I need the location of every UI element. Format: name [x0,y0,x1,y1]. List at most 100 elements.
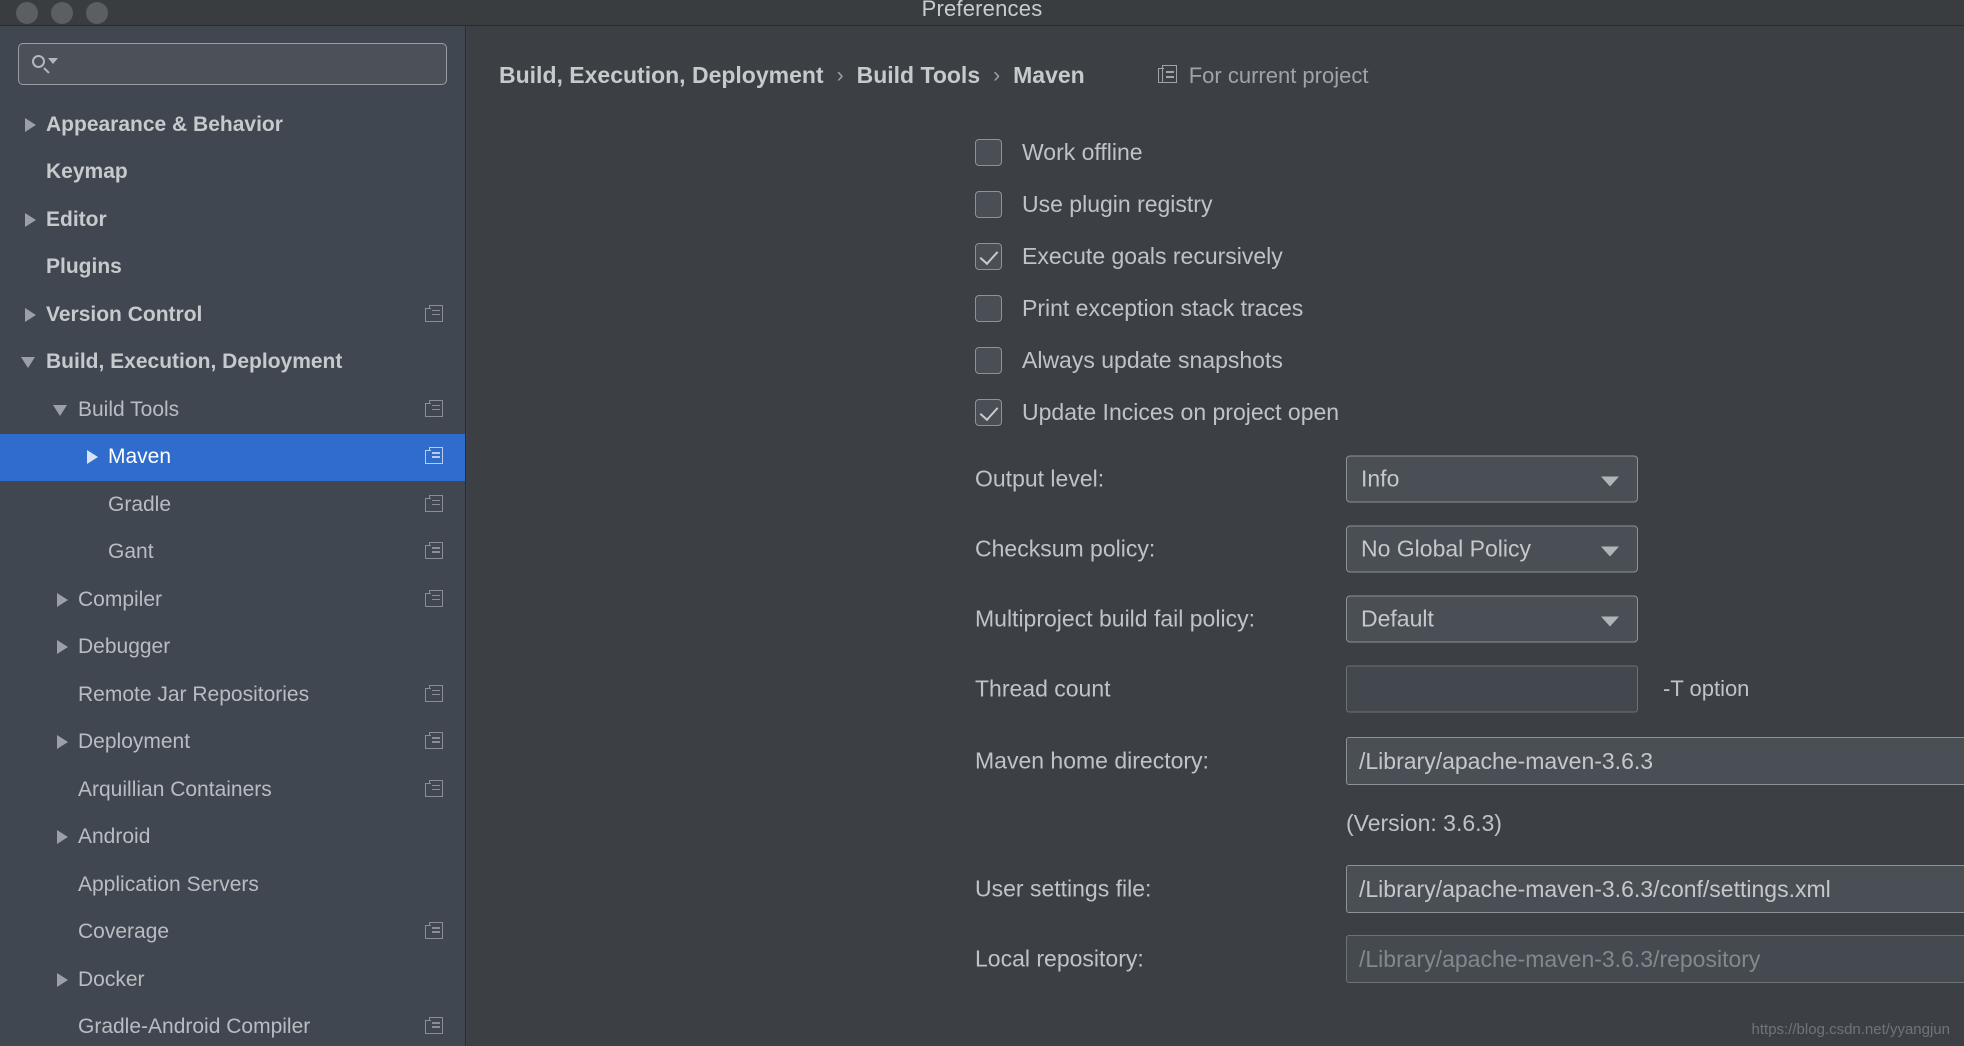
sidebar-item-version-control[interactable]: Version Control [0,291,465,339]
chevron-right-icon[interactable] [52,636,74,658]
thread-count-label: Thread count [975,675,1111,702]
maven-home-value: /Library/apache-maven-3.6.3 [1359,747,1654,774]
settings-main-panel: Build, Execution, Deployment › Build Too… [467,26,1964,1046]
breadcrumb: Build, Execution, Deployment › Build Too… [499,62,1368,89]
multiproject-policy-label: Multiproject build fail policy: [975,605,1255,632]
chevron-down-icon[interactable] [52,399,74,421]
sidebar-item-docker[interactable]: Docker [0,956,465,1004]
chevron-right-icon[interactable] [52,969,74,991]
sidebar-item-debugger[interactable]: Debugger [0,624,465,672]
checkbox-input[interactable] [975,242,1002,270]
chevron-down-icon[interactable] [20,351,42,373]
project-scope-icon [425,922,445,942]
checkbox-row-use-plugin-registry[interactable]: Use plugin registry [975,178,1339,230]
maven-home-combo[interactable]: /Library/apache-maven-3.6.3 [1346,737,1964,785]
project-scope-icon [425,447,445,467]
maven-options-checkbox-list: Work offline Use plugin registry Execute g… [975,126,1339,438]
checkbox-label: Use plugin registry [1022,190,1213,217]
multiproject-policy-select[interactable]: Default [1346,595,1638,643]
local-repository-label: Local repository: [975,945,1144,972]
chevron-right-icon[interactable] [52,826,74,848]
user-settings-input[interactable]: /Library/apache-maven-3.6.3/conf/setting… [1346,865,1964,913]
sidebar-item-gradle-android-compiler[interactable]: Gradle-Android Compiler [0,1004,465,1046]
sidebar-item-label: Application Servers [78,872,259,896]
window-titlebar: Preferences [0,0,1964,26]
user-settings-label: User settings file: [975,875,1152,902]
sidebar-item-deployment[interactable]: Deployment [0,719,465,767]
checkbox-input[interactable] [975,346,1002,374]
sidebar-item-keymap[interactable]: Keymap [0,149,465,197]
field-row-multiproject-policy: Multiproject build fail policy: Default [467,584,1964,654]
project-scope-icon [425,494,445,515]
output-level-select[interactable]: Info [1346,455,1638,503]
sidebar-item-build-tools[interactable]: Build Tools [0,386,465,434]
local-repository-input[interactable]: /Library/apache-maven-3.6.3/repository [1346,935,1964,983]
chevron-right-icon[interactable] [52,589,74,611]
breadcrumb-item-0[interactable]: Build, Execution, Deployment [499,62,824,89]
chevron-right-icon[interactable] [20,209,42,231]
sidebar-item-label: Arquillian Containers [78,777,272,801]
breadcrumb-item-2[interactable]: Maven [1013,62,1085,89]
maven-version-note: (Version: 3.6.3) [1346,810,1502,836]
chevron-down-icon [1601,546,1619,556]
sidebar-item-application-servers[interactable]: Application Servers [0,861,465,909]
sidebar-item-label: Build Tools [78,397,180,421]
preferences-window: Preferences Appearance & Behavior Keymap E… [0,0,1964,1046]
search-input[interactable] [57,54,434,74]
sidebar-item-label: Build, Execution, Deployment [46,350,343,374]
checksum-policy-value: No Global Policy [1361,535,1532,562]
checkbox-input[interactable] [975,138,1002,166]
checkbox-label: Work offline [1022,138,1143,165]
sidebar-item-label: Keymap [46,160,128,184]
checkbox-row-print-exception-stack-traces[interactable]: Print exception stack traces [975,282,1339,334]
checkbox-row-work-offline[interactable]: Work offline [975,126,1339,178]
breadcrumb-separator: › [993,63,1001,87]
thread-count-input[interactable] [1346,665,1638,713]
sidebar-item-gradle[interactable]: Gradle [0,481,465,529]
checkbox-input[interactable] [975,398,1002,426]
window-title: Preferences [921,0,1043,21]
checkbox-row-update-incices-on-project-open[interactable]: Update Incices on project open [975,386,1339,438]
checksum-policy-select[interactable]: No Global Policy [1346,525,1638,573]
chevron-right-icon[interactable] [52,731,74,753]
sidebar-item-editor[interactable]: Editor [0,196,465,244]
maven-home-label: Maven home directory: [975,747,1209,774]
chevron-right-icon[interactable] [82,446,104,468]
sidebar-item-maven[interactable]: Maven [0,433,465,481]
sidebar-item-gant[interactable]: Gant [0,529,465,577]
sidebar-item-coverage[interactable]: Coverage [0,909,465,957]
output-level-value: Info [1361,465,1400,492]
sidebar-item-compiler[interactable]: Compiler [0,576,465,624]
field-row-thread-count: Thread count -T option [467,654,1964,724]
field-row-local-repository: Local repository: /Library/apache-maven-… [467,924,1964,994]
sidebar-item-remote-jar-repositories[interactable]: Remote Jar Repositories [0,671,465,719]
sidebar-item-label: Coverage [78,920,170,944]
search-box[interactable] [18,43,447,85]
breadcrumb-item-1[interactable]: Build Tools [857,62,981,89]
sidebar-item-appearance-behavior[interactable]: Appearance & Behavior [0,101,465,149]
project-scope-icon [425,304,445,325]
scope-label: For current project [1188,62,1369,88]
field-row-user-settings: User settings file: /Library/apache-mave… [467,854,1964,924]
sidebar-item-plugins[interactable]: Plugins [0,244,465,292]
user-settings-value: /Library/apache-maven-3.6.3/conf/setting… [1359,875,1831,902]
sidebar-item-arquillian-containers[interactable]: Arquillian Containers [0,766,465,814]
checkbox-input[interactable] [975,294,1002,322]
chevron-right-icon[interactable] [20,304,42,326]
scope-indicator: For current project [1157,62,1369,89]
sidebar-item-android[interactable]: Android [0,814,465,862]
checkbox-label: Print exception stack traces [1022,294,1304,321]
project-scope-icon [1157,65,1178,86]
checkbox-row-always-update-snapshots[interactable]: Always update snapshots [975,334,1339,386]
sidebar-item-label: Gradle [108,492,172,516]
checkbox-row-execute-goals-recursively[interactable]: Execute goals recursively [975,230,1339,282]
project-scope-icon [425,399,445,420]
checkbox-input[interactable] [975,190,1002,218]
sidebar-item-build-execution-deployment[interactable]: Build, Execution, Deployment [0,339,465,387]
sidebar-item-label: Gant [108,540,154,564]
chevron-right-icon[interactable] [20,114,42,136]
